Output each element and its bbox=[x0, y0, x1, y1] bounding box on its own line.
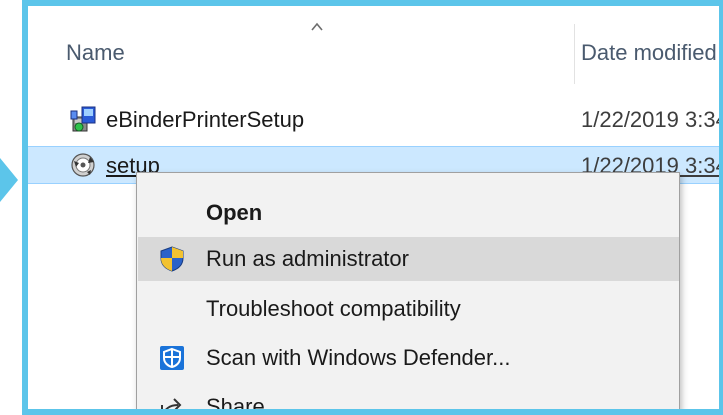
share-icon bbox=[161, 398, 182, 409]
menu-item-scan-with-windows-defender[interactable]: Scan with Windows Defender... bbox=[138, 336, 679, 380]
menu-item-troubleshoot-compatibility[interactable]: Troubleshoot compatibility bbox=[138, 287, 679, 331]
file-name: eBinderPrinterSetup bbox=[106, 107, 305, 132]
sort-ascending-icon[interactable] bbox=[310, 20, 324, 34]
callout-arrow bbox=[0, 158, 18, 202]
menu-item-share[interactable]: Share bbox=[138, 385, 679, 415]
installer-icon bbox=[70, 106, 96, 132]
menu-item-label: Run as administrator bbox=[206, 246, 409, 271]
context-menu: Open Run as administrator Troubleshoot c… bbox=[136, 172, 680, 415]
menu-item-label: Open bbox=[206, 200, 263, 225]
column-divider[interactable] bbox=[574, 24, 575, 84]
file-date-modified: 1/22/2019 3:34 bbox=[581, 107, 723, 132]
column-header-date-modified[interactable]: Date modified bbox=[581, 40, 717, 66]
menu-item-run-as-administrator[interactable]: Run as administrator bbox=[138, 237, 679, 281]
menu-item-label: Share bbox=[206, 394, 265, 415]
file-row-ebinderprintersetup[interactable]: eBinderPrinterSetup 1/22/2019 3:34 bbox=[28, 101, 719, 137]
column-header-bar: Name Date modified bbox=[28, 6, 719, 88]
uac-shield-icon bbox=[160, 246, 184, 272]
windows-defender-icon bbox=[160, 346, 184, 370]
setup-disc-icon bbox=[71, 153, 95, 177]
menu-item-label: Troubleshoot compatibility bbox=[206, 296, 461, 321]
column-header-name[interactable]: Name bbox=[66, 40, 125, 66]
menu-item-open[interactable]: Open bbox=[138, 191, 679, 235]
explorer-file-list: Name Date modified eBinderPrinterSetup 1… bbox=[22, 0, 723, 415]
menu-item-label: Scan with Windows Defender... bbox=[206, 345, 511, 370]
